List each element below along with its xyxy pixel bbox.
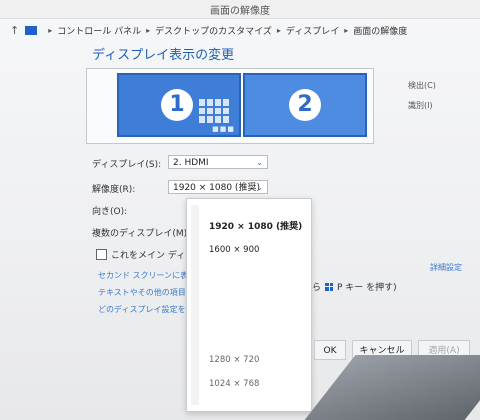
advanced-settings-link[interactable]: 詳細設定 bbox=[430, 262, 462, 273]
resolution-select[interactable]: 1920 × 1080 (推奨) ⌄ bbox=[168, 180, 268, 194]
link-second-screen[interactable]: セカンド スクリーンに表示 bbox=[98, 270, 196, 281]
multiple-displays-label: 複数のディスプレイ(M): bbox=[92, 229, 191, 239]
hint-suffix: P キー を押す) bbox=[337, 283, 397, 293]
start-tiles-icon bbox=[199, 99, 229, 123]
screen-resolution-window: 画面の解像度 ↑ ▸ コントロール パネル ▸ デスクトップのカスタマイズ ▸ … bbox=[0, 0, 480, 420]
taskbar-dots-icon: ■■■ bbox=[212, 125, 235, 133]
identify-button[interactable]: 識別(I) bbox=[408, 100, 433, 111]
window-title: 画面の解像度 bbox=[210, 6, 270, 17]
title-bar: 画面の解像度 bbox=[0, 0, 480, 19]
resolution-select-value: 1920 × 1080 (推奨) bbox=[173, 183, 260, 193]
monitor-arrangement: 1 ■■■ 2 bbox=[86, 68, 374, 144]
display-select-value: 2. HDMI bbox=[173, 158, 209, 168]
resolution-slider-track[interactable] bbox=[191, 205, 199, 405]
chevron-right-icon: ▸ bbox=[146, 25, 151, 35]
orientation-label: 向き(O): bbox=[92, 207, 128, 217]
monitor-bezel bbox=[304, 355, 480, 420]
control-panel-icon bbox=[25, 25, 38, 35]
windows-logo-icon bbox=[325, 282, 334, 291]
main-display-checkbox[interactable] bbox=[96, 249, 107, 260]
display-select[interactable]: 2. HDMI ⌄ bbox=[168, 155, 268, 169]
breadcrumb-display[interactable]: ディスプレイ bbox=[286, 24, 339, 37]
ok-button[interactable]: OK bbox=[314, 340, 346, 360]
up-arrow-icon[interactable]: ↑ bbox=[10, 24, 19, 37]
chevron-right-icon: ▸ bbox=[48, 25, 53, 35]
resolution-option[interactable]: 1024 × 768 bbox=[209, 379, 259, 389]
resolution-option[interactable]: 1920 × 1080 (推奨) bbox=[209, 219, 302, 232]
detect-button[interactable]: 検出(C) bbox=[408, 80, 436, 91]
monitor-1[interactable]: 1 ■■■ bbox=[117, 73, 241, 137]
monitor-2[interactable]: 2 bbox=[243, 73, 367, 137]
display-label: ディスプレイ(S): bbox=[92, 160, 162, 170]
breadcrumb-screen-resolution: 画面の解像度 bbox=[353, 26, 408, 37]
chevron-right-icon: ▸ bbox=[344, 25, 349, 35]
resolution-label: 解像度(R): bbox=[92, 185, 136, 195]
breadcrumb-control-panel[interactable]: コントロール パネル bbox=[57, 24, 141, 37]
projection-hint: ら P キー を押す) bbox=[312, 280, 397, 293]
monitor-number: 2 bbox=[289, 89, 321, 121]
hint-prefix: ら bbox=[312, 283, 322, 293]
page-title: ディスプレイ表示の変更 bbox=[92, 48, 235, 63]
resolution-option[interactable]: 1280 × 720 bbox=[209, 355, 259, 365]
breadcrumb-desktop-customization[interactable]: デスクトップのカスタマイズ bbox=[155, 24, 272, 37]
chevron-down-icon: ⌄ bbox=[256, 158, 263, 167]
chevron-right-icon: ▸ bbox=[276, 25, 281, 35]
resolution-dropdown: 1920 × 1080 (推奨) 1600 × 900 1280 × 720 1… bbox=[186, 198, 312, 412]
breadcrumb: ↑ ▸ コントロール パネル ▸ デスクトップのカスタマイズ ▸ ディスプレイ … bbox=[0, 20, 480, 40]
monitor-number: 1 bbox=[161, 89, 193, 121]
link-text-size[interactable]: テキストやその他の項目の bbox=[98, 287, 194, 298]
resolution-option[interactable]: 1600 × 900 bbox=[209, 245, 259, 255]
chevron-down-icon: ⌄ bbox=[256, 183, 263, 192]
